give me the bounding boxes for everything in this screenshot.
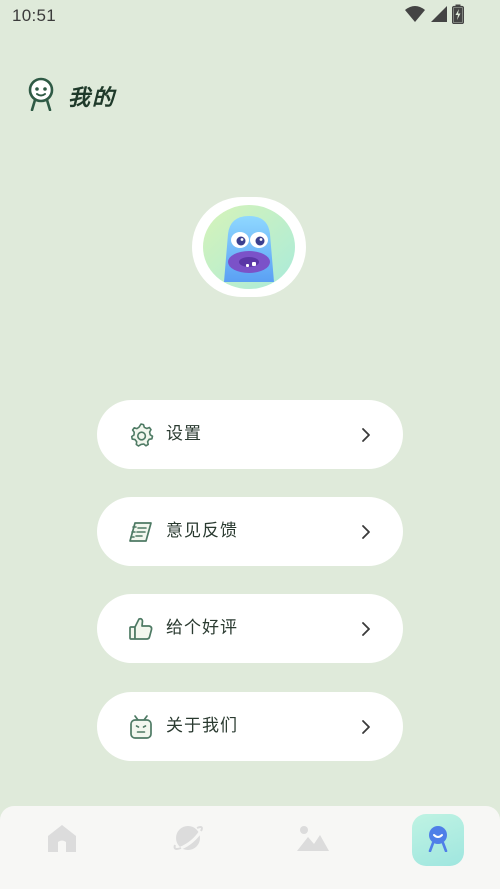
status-bar: 10:51 [0, 0, 500, 36]
bottom-navigation [0, 806, 500, 889]
menu-item-rate-us[interactable]: 给个好评 [97, 594, 403, 663]
planet-icon [171, 821, 205, 859]
chevron-right-icon [361, 524, 371, 540]
page-title: 我的 [68, 86, 117, 111]
menu-item-feedback[interactable]: 意见反馈 [97, 497, 403, 566]
menu-item-about-us[interactable]: 关于我们 [97, 692, 403, 761]
menu-item-settings[interactable]: 设置 [97, 400, 403, 469]
avatar[interactable] [192, 197, 306, 297]
image-icon [295, 823, 331, 857]
menu-label-settings: 设置 [166, 424, 202, 444]
smiley-person-icon [26, 77, 56, 115]
menu-label-rate-us: 给个好评 [166, 618, 238, 638]
nav-tab-profile[interactable] [412, 814, 464, 866]
chevron-right-icon [361, 621, 371, 637]
thumbs-up-icon [127, 615, 155, 643]
nav-tab-discover[interactable] [162, 814, 214, 866]
status-icons [404, 4, 465, 28]
status-time: 10:51 [12, 6, 57, 25]
chevron-right-icon [361, 427, 371, 443]
page-header: 我的 [26, 77, 117, 115]
menu-label-feedback: 意见反馈 [166, 521, 238, 541]
nav-tab-gallery[interactable] [287, 814, 339, 866]
blob-monster-avatar [203, 205, 295, 289]
nav-tab-home[interactable] [36, 814, 88, 866]
chevron-right-icon [361, 719, 371, 735]
gear-icon [127, 421, 155, 449]
cellular-signal-icon [430, 5, 448, 27]
menu-label-about-us: 关于我们 [166, 716, 238, 736]
home-icon [45, 822, 79, 858]
profile-icon [425, 824, 451, 856]
robot-face-icon [127, 713, 155, 741]
battery-charging-icon [451, 4, 465, 28]
wifi-icon [404, 5, 426, 27]
feedback-notebook-icon [127, 518, 155, 546]
